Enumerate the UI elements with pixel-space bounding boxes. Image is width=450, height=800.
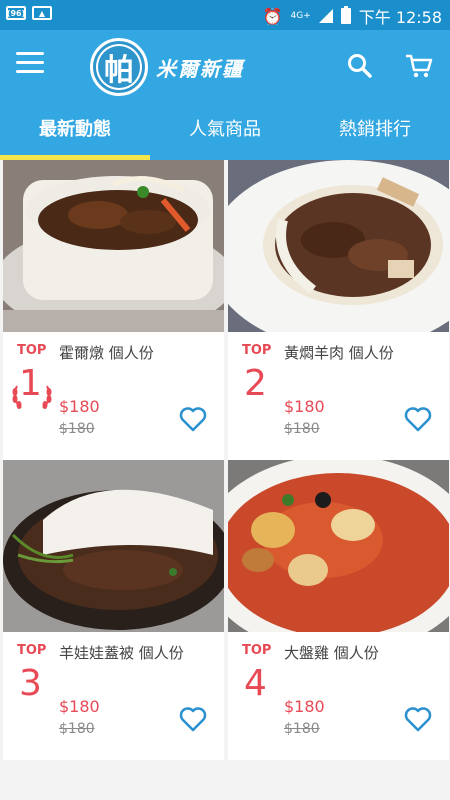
product-photo xyxy=(228,160,449,332)
tab-bar: 最新動態 人氣商品 熱銷排行 xyxy=(0,102,450,160)
network-type: 4G+ xyxy=(290,10,311,21)
heart-icon[interactable] xyxy=(404,706,432,732)
product-card-1[interactable]: TOP 霍爾燉 個人份 1 $180 $180 xyxy=(3,160,224,460)
cart-icon[interactable] xyxy=(404,52,434,80)
menu-icon[interactable] xyxy=(16,52,44,74)
tab-bestseller[interactable]: 熱銷排行 xyxy=(300,102,450,160)
product-photo xyxy=(3,460,224,632)
hd-badge-text: (96) xyxy=(6,8,26,18)
heart-icon[interactable] xyxy=(179,706,207,732)
tab-popular[interactable]: 人氣商品 xyxy=(150,102,300,160)
image-icon: ▲ xyxy=(32,6,52,20)
product-title[interactable]: 大盤雞 個人份 xyxy=(284,642,379,663)
tab-latest[interactable]: 最新動態 xyxy=(0,102,150,160)
top-label: TOP xyxy=(17,643,47,658)
product-title[interactable]: 羊娃娃蓋被 個人份 xyxy=(59,642,184,663)
original-price: $180 xyxy=(284,721,320,737)
rank-number: 4 xyxy=(244,663,267,704)
product-photo xyxy=(3,160,224,332)
brand-logo: 帕 米爾新疆 xyxy=(90,38,244,96)
product-photo xyxy=(228,460,449,632)
original-price: $180 xyxy=(59,721,95,737)
product-grid: TOP 霍爾燉 個人份 1 $180 $180 TOP 黃燜羊肉 個人份 2 $… xyxy=(0,160,450,800)
top-label: TOP xyxy=(242,343,272,358)
heart-icon[interactable] xyxy=(404,406,432,432)
product-title[interactable]: 黃燜羊肉 個人份 xyxy=(284,342,394,363)
logo-text: 米爾新疆 xyxy=(156,56,244,81)
logo-glyph: 帕 xyxy=(104,53,134,88)
search-icon[interactable] xyxy=(346,52,374,80)
product-title[interactable]: 霍爾燉 個人份 xyxy=(59,342,154,363)
original-price: $180 xyxy=(59,421,95,437)
alarm-icon: ⏰ xyxy=(262,6,283,26)
rank-number: 3 xyxy=(19,663,42,704)
top-label: TOP xyxy=(242,643,272,658)
hd-badge-icon: (96) xyxy=(6,6,26,20)
product-price: $180 xyxy=(284,397,325,416)
heart-icon[interactable] xyxy=(179,406,207,432)
battery-icon xyxy=(340,6,351,24)
status-bar: (96) ▲ ⏰ 4G+ 下午 12:58 xyxy=(0,0,450,30)
rank-number: 2 xyxy=(244,363,267,404)
top-label: TOP xyxy=(17,343,47,358)
product-card-3[interactable]: TOP 羊娃娃蓋被 個人份 3 $180 $180 xyxy=(3,460,224,760)
product-card-4[interactable]: TOP 大盤雞 個人份 4 $180 $180 xyxy=(228,460,449,760)
status-time: 下午 12:58 xyxy=(358,8,442,27)
product-price: $180 xyxy=(59,697,100,716)
logo-seal: 帕 xyxy=(90,38,148,96)
laurel-icon xyxy=(12,385,52,409)
product-price: $180 xyxy=(284,697,325,716)
signal-icon xyxy=(318,9,333,23)
product-card-2[interactable]: TOP 黃燜羊肉 個人份 2 $180 $180 xyxy=(228,160,449,460)
app-bar: 帕 米爾新疆 xyxy=(0,30,450,102)
product-price: $180 xyxy=(59,397,100,416)
original-price: $180 xyxy=(284,421,320,437)
